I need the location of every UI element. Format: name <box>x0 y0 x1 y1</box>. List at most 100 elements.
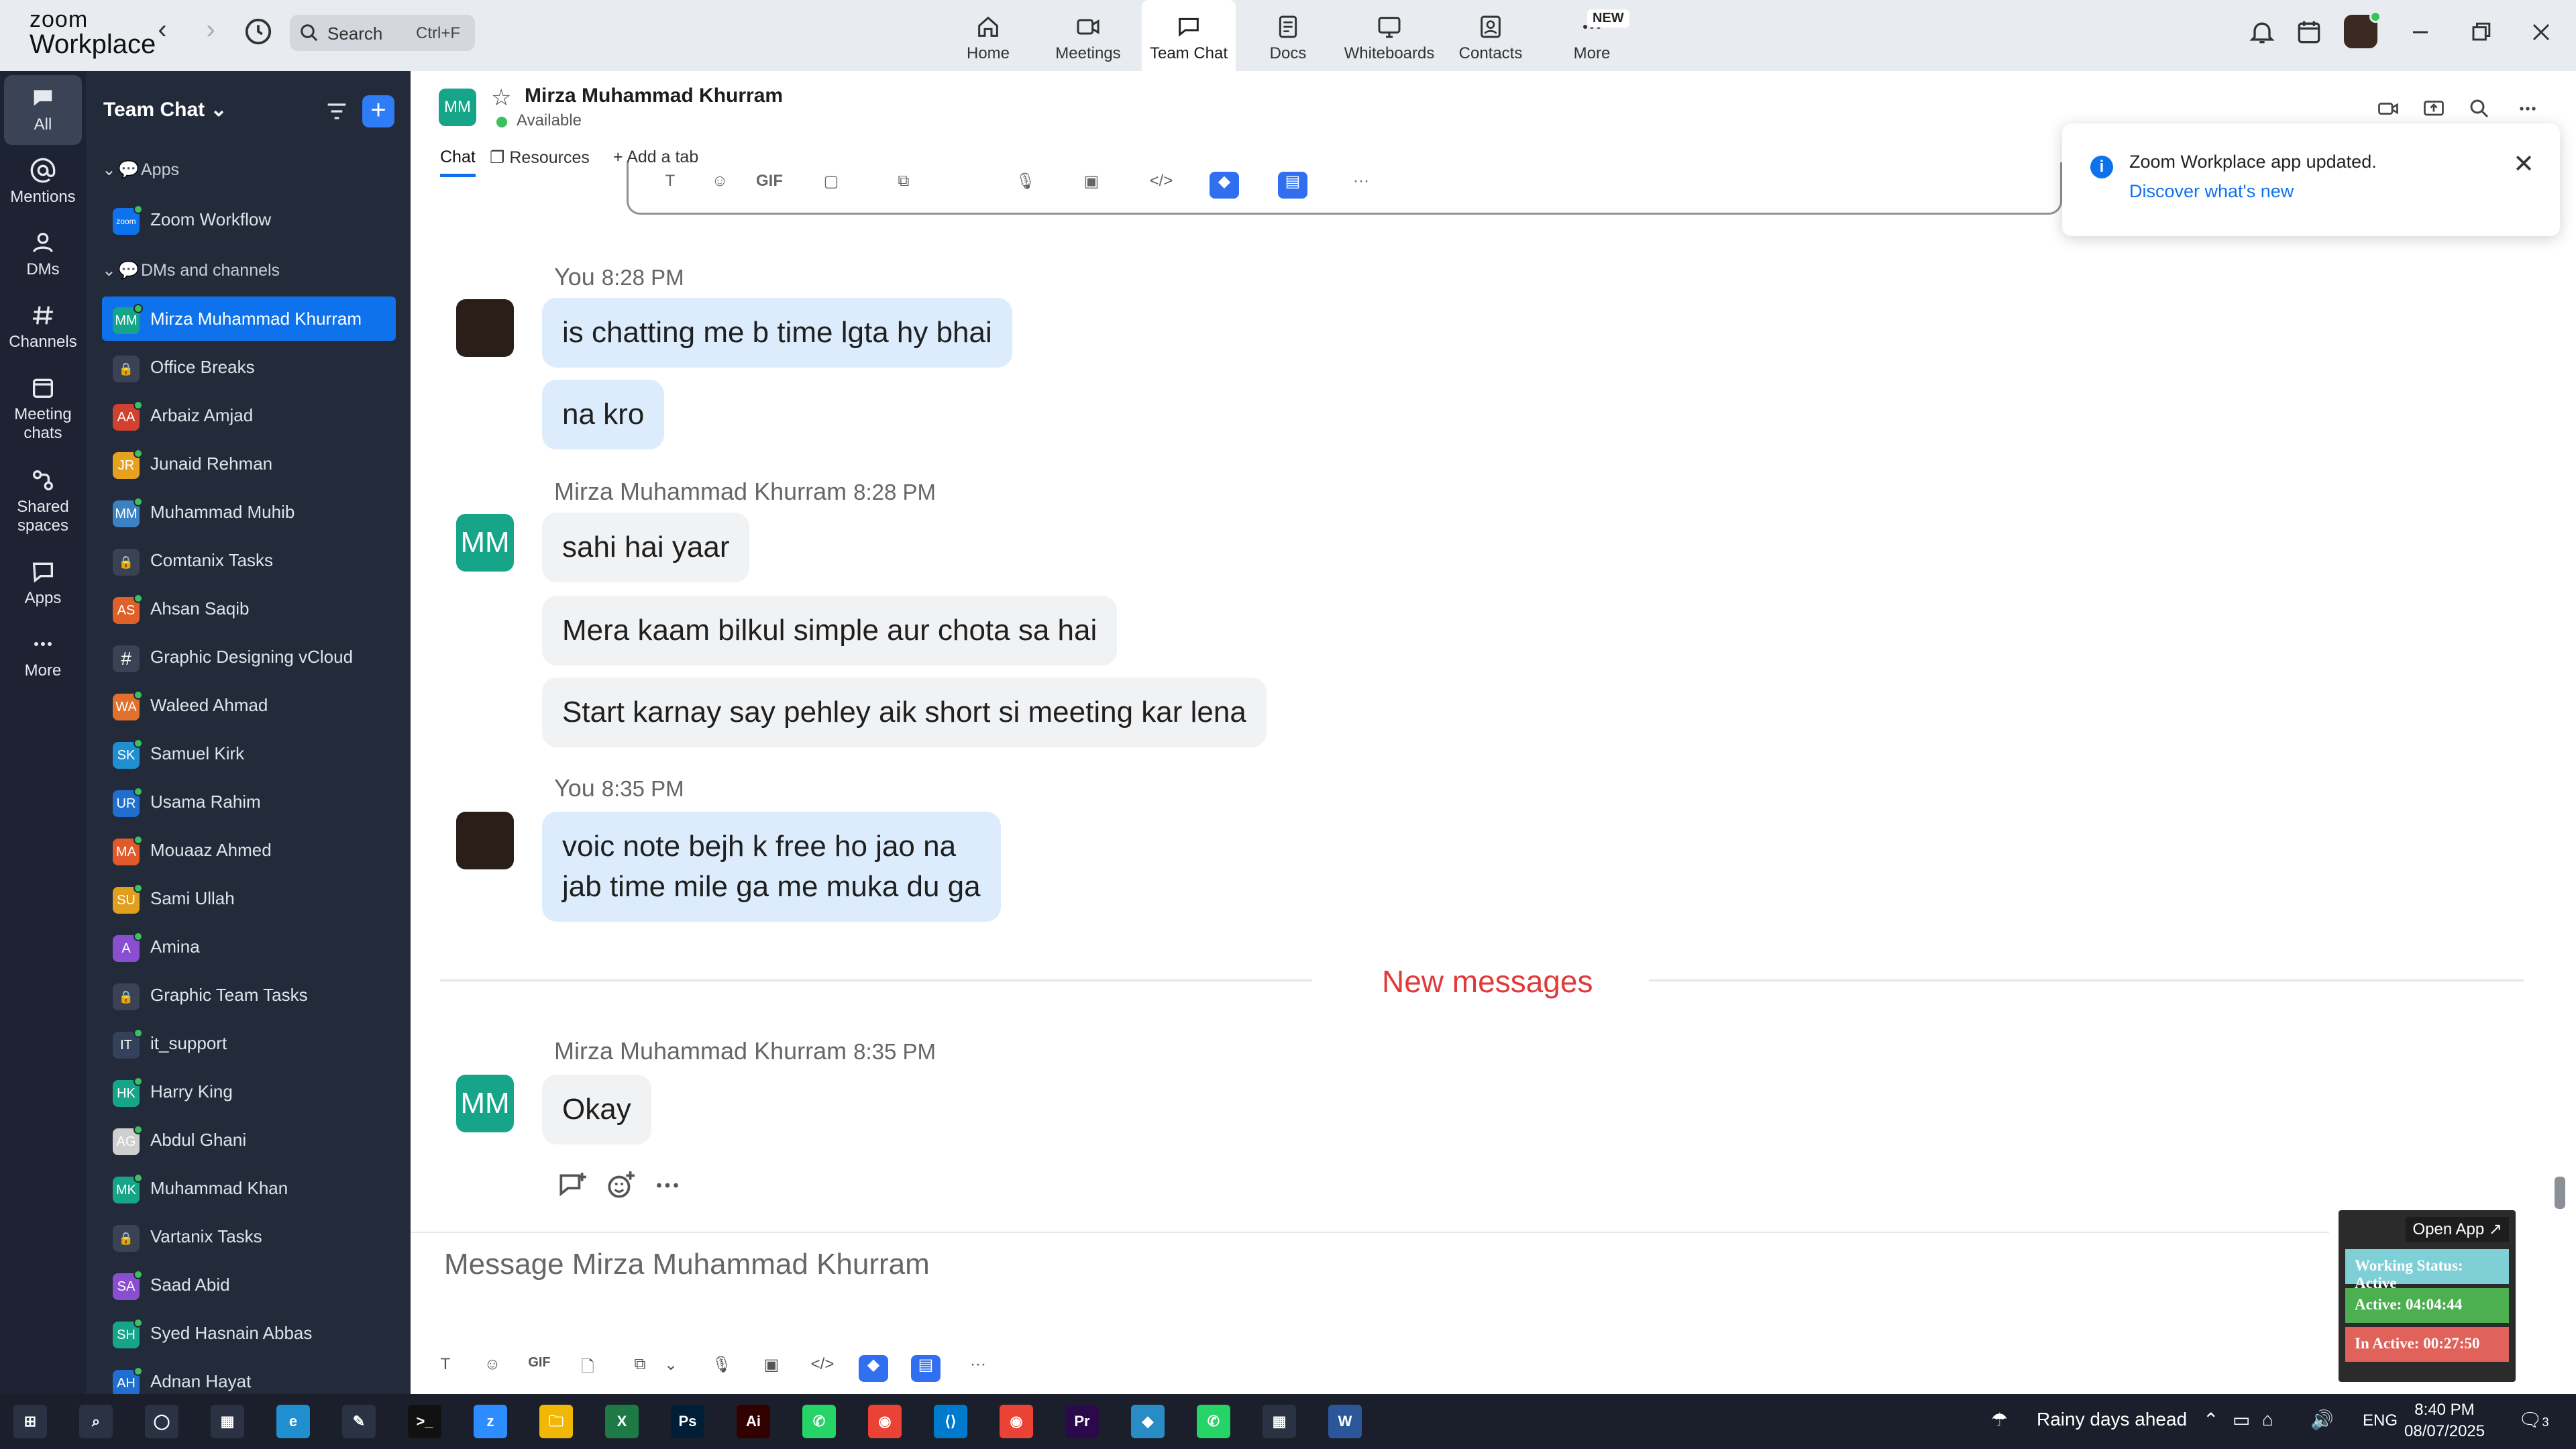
scrollbar-thumb[interactable] <box>2555 1177 2565 1209</box>
sidebar-item[interactable]: HK Harry King <box>102 1069 396 1114</box>
more-icon[interactable]: ··· <box>1346 172 1376 199</box>
reply-thread-icon[interactable] <box>555 1169 589 1202</box>
sidebar-item[interactable]: MM Muhammad Muhib <box>102 490 396 534</box>
sidebar-item[interactable]: 🔒 Comtanix Tasks <box>102 538 396 582</box>
message-bubble[interactable]: sahi hai yaar <box>542 513 750 582</box>
section-dms[interactable]: ⌄ 💬 DMs and channels <box>102 260 280 280</box>
new-chat-button[interactable]: + <box>362 95 394 127</box>
sidebar-item[interactable]: MA Mouaaz Ahmed <box>102 828 396 872</box>
forward-arrow-icon[interactable]: › <box>197 15 224 48</box>
notification-icon[interactable]: 🗨3 <box>2518 1409 2549 1431</box>
whatsapp-icon[interactable]: ✆ <box>802 1405 836 1438</box>
whatsapp-alt-icon[interactable]: ✆ <box>1197 1405 1230 1438</box>
file-icon[interactable]: ▢ <box>816 172 846 199</box>
gif-icon[interactable]: GIF <box>755 172 784 199</box>
user-avatar[interactable] <box>2344 11 2381 48</box>
chevron-down-icon[interactable]: ⌄ <box>656 1355 686 1382</box>
sidebar-item[interactable]: MM Mirza Muhammad Khurram <box>102 297 396 341</box>
search-icon[interactable] <box>2466 97 2493 121</box>
channel-name[interactable]: Mirza Muhammad Khurram <box>525 85 783 107</box>
sidebar-item[interactable]: AA Arbaiz Amjad <box>102 393 396 437</box>
message-input[interactable]: Message Mirza Muhammad Khurram <box>444 1248 930 1281</box>
sidebar-item-zoom-workflow[interactable]: zoom Zoom Workflow <box>102 197 396 241</box>
open-app-button[interactable]: Open App ↗ <box>2406 1217 2509 1242</box>
start-icon[interactable]: ⊞ <box>13 1405 47 1438</box>
calendar-icon[interactable] <box>2294 17 2324 47</box>
sidebar-item[interactable]: IT it_support <box>102 1021 396 1065</box>
mic-icon[interactable]: 🎙 <box>1011 172 1040 199</box>
screenshot-icon[interactable]: ⧉ <box>889 172 918 199</box>
video-message-icon[interactable]: ▣ <box>757 1355 786 1382</box>
app-icon[interactable]: ◆ <box>1210 172 1239 199</box>
filter-icon[interactable] <box>323 98 350 125</box>
bell-icon[interactable] <box>2247 17 2277 47</box>
chrome-icon[interactable]: ◉ <box>868 1405 902 1438</box>
message-bubble[interactable]: voic note bejh k free ho jao na jab time… <box>542 812 1001 922</box>
sidebar-item[interactable]: A Amina <box>102 924 396 969</box>
sidebar-item[interactable]: MK Muhammad Khan <box>102 1166 396 1210</box>
calculator-icon[interactable]: ▦ <box>1263 1405 1296 1438</box>
tab-docs[interactable]: Docs <box>1261 0 1315 71</box>
pen-icon[interactable]: ✎ <box>342 1405 376 1438</box>
more-icon[interactable]: ··· <box>963 1355 993 1382</box>
message-bubble[interactable]: Mera kaam bilkul simple aur chota sa hai <box>542 596 1118 665</box>
close-icon[interactable]: ✕ <box>2513 149 2534 179</box>
gif-icon[interactable]: GIF <box>525 1355 554 1382</box>
tab-chat[interactable]: Chat <box>440 148 476 177</box>
tab-home[interactable]: Home <box>955 0 1021 71</box>
sidebar-item[interactable]: JR Junaid Rehman <box>102 441 396 486</box>
rail-mentions[interactable]: Mentions <box>4 157 82 207</box>
more-options-icon[interactable] <box>2514 97 2541 121</box>
sidebar-item[interactable]: AH Adnan Hayat <box>102 1359 396 1394</box>
avatar[interactable] <box>456 812 514 869</box>
chevron-up-icon[interactable]: ⌃ <box>2203 1409 2218 1431</box>
mic-icon[interactable]: 🎙 <box>707 1355 737 1382</box>
video-message-icon[interactable]: ▣ <box>1077 172 1106 199</box>
volume-icon[interactable]: 🔊 <box>2310 1409 2334 1431</box>
message-bubble[interactable]: is chatting me b time lgta hy bhai <box>542 298 1012 368</box>
search-icon[interactable]: ⌕ <box>79 1405 113 1438</box>
avatar[interactable]: MM <box>456 514 514 572</box>
sidebar-item[interactable]: SA Saad Abid <box>102 1263 396 1307</box>
premiere-icon[interactable]: Pr <box>1065 1405 1099 1438</box>
message-bubble[interactable]: na kro <box>542 380 665 449</box>
rail-dms[interactable]: DMs <box>4 229 82 279</box>
word-icon[interactable]: W <box>1328 1405 1362 1438</box>
sidebar-item[interactable]: SH Syed Hasnain Abbas <box>102 1311 396 1355</box>
rail-meeting-chats[interactable]: Meeting chats <box>4 374 82 443</box>
avatar[interactable]: MM <box>456 1075 514 1132</box>
app-icon[interactable]: ▤ <box>1278 172 1307 199</box>
tab-team-chat[interactable]: Team Chat <box>1142 0 1236 71</box>
vscode-icon[interactable]: ⟨⟩ <box>934 1405 967 1438</box>
tab-whiteboards[interactable]: Whiteboards <box>1342 0 1437 71</box>
rail-all[interactable]: All <box>4 75 82 145</box>
screenshot-icon[interactable]: ⧉ <box>625 1355 655 1382</box>
add-reaction-icon[interactable] <box>604 1169 637 1202</box>
rail-channels[interactable]: Channels <box>4 302 82 352</box>
sidebar-item[interactable]: 🔒 Vartanix Tasks <box>102 1214 396 1258</box>
network-icon[interactable]: ⌂ <box>2262 1409 2273 1430</box>
zoom-icon[interactable]: z <box>474 1405 507 1438</box>
illustrator-icon[interactable]: Ai <box>737 1405 770 1438</box>
edge-icon[interactable]: e <box>276 1405 310 1438</box>
rail-more[interactable]: More <box>4 631 82 680</box>
search-bar[interactable]: Search Ctrl+F <box>290 15 475 51</box>
clock[interactable]: 8:40 PM 08/07/2025 <box>2404 1399 2485 1442</box>
rail-apps[interactable]: Apps <box>4 558 82 608</box>
file-icon[interactable]: 🗋 <box>573 1355 602 1382</box>
umbrella-icon[interactable]: ☂ <box>1991 1409 2008 1431</box>
photoshop-icon[interactable]: Ps <box>671 1405 704 1438</box>
text-format-icon[interactable]: T <box>431 1355 460 1382</box>
sidebar-item[interactable]: SU Sami Ullah <box>102 876 396 920</box>
emoji-icon[interactable]: ☺ <box>705 172 735 199</box>
meet-icon[interactable]: ▭ <box>2233 1409 2250 1431</box>
tab-contacts[interactable]: Contacts <box>1457 0 1524 71</box>
app-icon[interactable]: ▤ <box>911 1355 941 1382</box>
minimize-icon[interactable] <box>2406 17 2435 47</box>
code-icon[interactable]: </> <box>808 1355 837 1382</box>
rail-shared-spaces[interactable]: Shared spaces <box>4 467 82 535</box>
close-window-icon[interactable] <box>2526 17 2556 47</box>
message-bubble[interactable]: Start karnay say pehley aik short si mee… <box>542 678 1267 747</box>
taskview-icon[interactable]: ▦ <box>211 1405 244 1438</box>
restore-icon[interactable] <box>2466 17 2496 47</box>
